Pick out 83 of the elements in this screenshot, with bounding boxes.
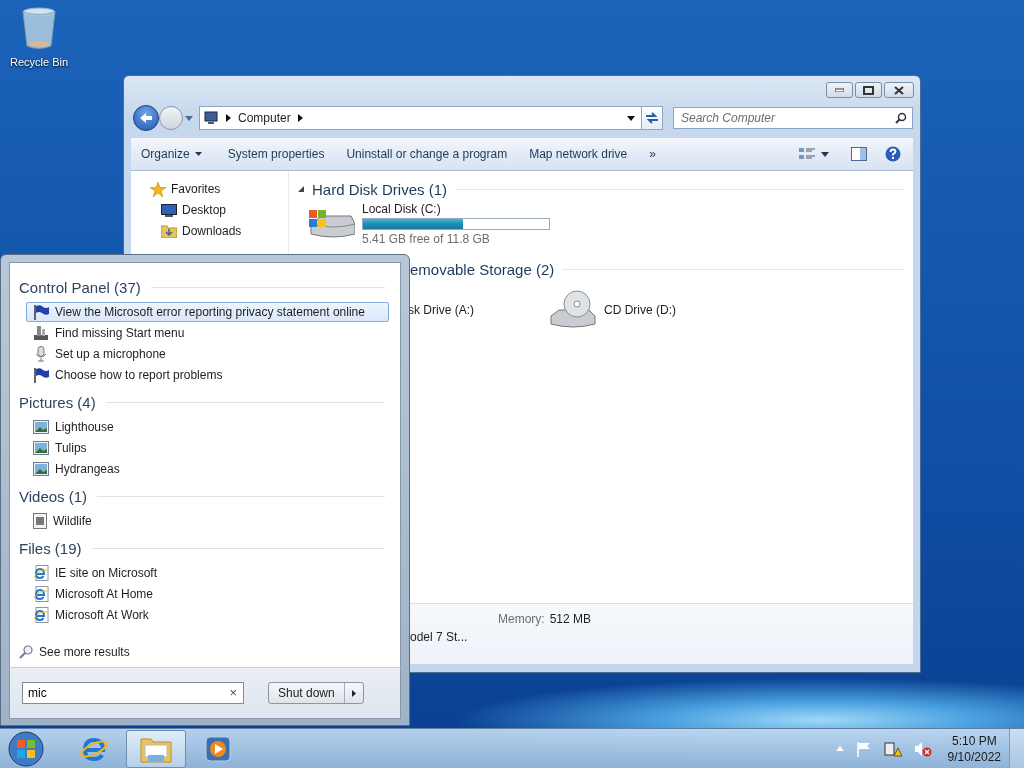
tool-icon [33,325,49,341]
search-result[interactable]: Wildlife [26,511,389,531]
nav-item[interactable]: Favorites [131,181,288,197]
dropdown-caret-icon[interactable] [627,115,635,121]
detail-value: odel 7 St... [410,630,468,644]
clear-search-button[interactable]: × [229,685,237,700]
flag-icon [33,367,49,383]
drive-name[interactable]: Local Disk (C:) [362,202,550,216]
microphone-icon [33,346,49,362]
section-heading: Videos (1) [19,487,88,505]
toolbar-button[interactable]: Organize [141,147,202,161]
toolbar-button[interactable]: System properties [227,147,325,161]
search-result[interactable]: Microsoft At Work [26,605,389,625]
maximize-icon [863,85,874,95]
drive-name[interactable]: CD Drive (D:) [604,303,676,317]
search-result[interactable]: Lighthouse [26,417,389,437]
recycle-bin-icon[interactable] [21,6,57,50]
web-page-icon [33,565,49,581]
taskbar-button[interactable] [126,729,186,768]
recent-pages-caret-icon[interactable] [185,115,193,121]
address-bar[interactable]: Computer [199,106,642,130]
computer-icon [203,111,219,125]
network-warning-icon[interactable] [883,740,902,757]
web-page-icon [33,607,49,623]
web-page-icon [33,586,49,602]
section-heading: Files (19) [19,539,82,557]
nav-item[interactable]: Downloads [131,223,288,239]
refresh-icon [645,112,659,124]
search-result[interactable]: Hydrangeas [26,459,389,479]
toolbar-button[interactable]: Uninstall or change a program [346,147,508,161]
search-result[interactable]: View the Microsoft error reporting privacy statement online [26,302,389,322]
flag-icon [33,304,49,320]
caret-icon[interactable] [821,151,829,157]
back-button[interactable] [133,105,159,131]
chevron-icon [226,114,231,122]
folder-icon [161,224,177,238]
search-icon [19,645,33,659]
preview-pane-icon[interactable] [851,147,867,161]
search-result[interactable]: Set up a microphone [26,344,389,364]
clock-time[interactable]: 5:10 PM [951,732,997,749]
close-button[interactable] [884,82,914,98]
picture-icon [33,462,49,476]
close-icon [894,85,904,95]
help-icon[interactable] [885,146,901,162]
search-result[interactable]: IE site on Microsoft [26,563,389,583]
see-more-link[interactable]: See more results [19,645,390,659]
section-heading: Pictures (4) [19,393,96,411]
video-file-icon [33,513,47,529]
free-space-text: 5.41 GB free of 11.8 GB [362,232,491,246]
play-icon [205,735,231,762]
chevron-icon [297,114,303,122]
search-result[interactable]: Tulips [26,438,389,458]
nav-item[interactable]: Desktop [131,202,288,218]
clock-date[interactable]: 9/10/2022 [947,748,1001,765]
desktop-icon-label[interactable]: Recycle Bin [9,56,69,68]
search-result[interactable]: Microsoft At Home [26,584,389,604]
search-result[interactable]: Find missing Start menu [26,323,389,343]
view-options-icon[interactable] [799,147,815,161]
cd-drive-icon[interactable] [549,290,597,330]
detail-value: 512 MB [549,612,592,626]
picture-icon [33,441,49,455]
more-commands-button[interactable]: » [649,147,656,161]
arrow-icon [351,689,356,697]
start-button[interactable] [8,730,44,767]
search-result[interactable]: Choose how to report problems [26,365,389,385]
caret-icon [194,152,202,156]
picture-icon [33,420,49,434]
collapse-triangle-icon[interactable] [298,186,304,192]
minimize-icon [835,88,844,92]
star-icon [150,181,166,197]
breadcrumb[interactable]: Computer [238,111,291,125]
maximize-button[interactable] [855,82,882,98]
search-field[interactable]: Search Computer [673,107,913,129]
toolbar-button[interactable]: Map network drive [529,147,628,161]
group-heading[interactable]: Hard Disk Drives (1) [312,180,447,198]
refresh-button[interactable] [641,106,663,130]
section-heading: Control Panel (37) [19,278,141,296]
speaker-muted-icon[interactable] [913,740,932,757]
back-arrow-icon [139,112,153,124]
search-icon [895,112,907,124]
group-heading[interactable]: emovable Storage (2) [410,260,555,278]
detail-label: Memory: [498,612,545,626]
desktop-icon [161,203,177,217]
